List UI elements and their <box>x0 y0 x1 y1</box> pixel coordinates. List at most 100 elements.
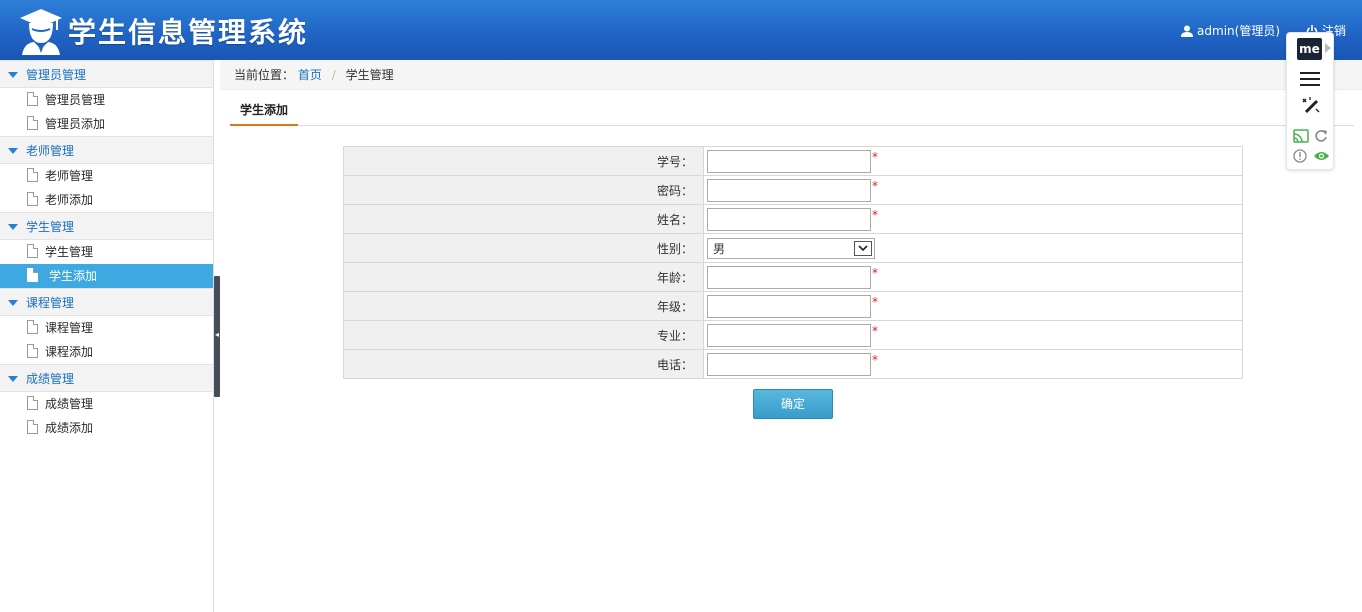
gender-select[interactable]: 男 <box>707 237 875 259</box>
form-row: 性别： 男 <box>343 233 1243 263</box>
field-label: 年级： <box>343 291 704 321</box>
sidebar-item-student-add[interactable]: 学生添加 <box>0 264 213 288</box>
field-label: 专业： <box>343 320 704 350</box>
field-label: 姓名： <box>343 204 704 234</box>
sidebar-item-score-manage[interactable]: 成绩管理 <box>0 392 213 416</box>
sidebar-group-course: 课程管理 课程管理 课程添加 <box>0 288 213 364</box>
form-row: 姓名： * <box>343 204 1243 234</box>
sidebar-item-teacher-manage[interactable]: 老师管理 <box>0 164 213 188</box>
field-label: 性别： <box>343 233 704 263</box>
student-add-form: 学号： * 密码： * 姓名： * 性别： 男 年龄： * 年级： * 专业： … <box>343 146 1243 379</box>
form-row: 电话： * <box>343 349 1243 379</box>
alert-icon[interactable] <box>1293 149 1307 163</box>
sidebar-group-admin: 管理员管理 管理员管理 管理员添加 <box>0 60 213 136</box>
sidebar-group-header-admin[interactable]: 管理员管理 <box>0 60 213 88</box>
name-input[interactable] <box>707 207 871 231</box>
sidebar-group-score: 成绩管理 成绩管理 成绩添加 <box>0 364 213 440</box>
breadcrumb-current: 学生管理 <box>345 68 394 82</box>
document-icon <box>27 116 38 130</box>
sidebar-item-admin-add[interactable]: 管理员添加 <box>0 112 213 136</box>
major-input[interactable] <box>707 323 871 347</box>
cast-icon[interactable] <box>1293 129 1309 143</box>
field-label: 电话： <box>343 349 704 379</box>
tab-bar: 学生添加 <box>230 98 1354 126</box>
required-mark: * <box>872 265 878 280</box>
tab-student-add[interactable]: 学生添加 <box>230 98 299 126</box>
submit-button[interactable]: 确定 <box>753 389 833 419</box>
collapse-arrow-icon[interactable]: ◂ <box>215 331 219 339</box>
breadcrumb-home-link[interactable]: 首页 <box>298 68 322 82</box>
form-row: 年龄： * <box>343 262 1243 292</box>
sidebar-item-admin-manage[interactable]: 管理员管理 <box>0 88 213 112</box>
required-mark: * <box>872 207 878 222</box>
required-mark: * <box>872 294 878 309</box>
sidebar: 管理员管理 管理员管理 管理员添加 老师管理 老师管理 老师添加 学生管理 学生… <box>0 60 214 612</box>
required-mark: * <box>872 323 878 338</box>
grade-input[interactable] <box>707 294 871 318</box>
field-label: 密码： <box>343 175 704 205</box>
caret-down-icon <box>8 376 18 382</box>
eye-icon[interactable] <box>1313 150 1330 162</box>
hamburger-menu-icon[interactable] <box>1299 71 1321 87</box>
breadcrumb-separator: / <box>331 68 336 82</box>
user-name: admin(管理员) <box>1197 24 1280 38</box>
required-mark: * <box>872 352 878 367</box>
phone-input[interactable] <box>707 352 871 376</box>
sidebar-item-score-add[interactable]: 成绩添加 <box>0 416 213 440</box>
sidebar-item-label: 成绩添加 <box>45 421 94 435</box>
sidebar-group-student: 学生管理 学生管理 学生添加 <box>0 212 213 288</box>
caret-down-icon <box>8 300 18 306</box>
graduate-icon <box>20 9 62 55</box>
student-id-input[interactable] <box>707 149 871 173</box>
field-label: 年龄： <box>343 262 704 292</box>
field-label: 学号： <box>343 146 704 176</box>
password-input[interactable] <box>707 178 871 202</box>
sidebar-item-course-manage[interactable]: 课程管理 <box>0 316 213 340</box>
form-row: 学号： * <box>343 146 1243 176</box>
required-mark: * <box>872 149 878 164</box>
breadcrumb: 当前位置： 首页 / 学生管理 <box>220 60 1362 90</box>
me-extension-button[interactable]: me <box>1297 38 1322 60</box>
sidebar-group-teacher: 老师管理 老师管理 老师添加 <box>0 136 213 212</box>
app-title: 学生信息管理系统 <box>68 16 309 49</box>
sidebar-item-student-manage[interactable]: 学生管理 <box>0 240 213 264</box>
main-content: 当前位置： 首页 / 学生管理 学生添加 学号： * 密码： * 姓名： * 性… <box>220 60 1362 612</box>
form-row: 专业： * <box>343 320 1243 350</box>
chevron-down-icon[interactable] <box>854 240 872 256</box>
sidebar-group-header-teacher[interactable]: 老师管理 <box>0 136 213 164</box>
magic-wand-icon[interactable] <box>1300 96 1322 118</box>
caret-down-icon <box>8 72 18 78</box>
caret-down-icon <box>8 148 18 154</box>
refresh-icon[interactable] <box>1314 129 1328 143</box>
sidebar-item-label: 学生添加 <box>49 269 98 283</box>
sidebar-group-header-score[interactable]: 成绩管理 <box>0 364 213 392</box>
app-header: 学生信息管理系统 admin(管理员) 注销 <box>0 0 1362 60</box>
document-icon <box>27 320 38 334</box>
age-input[interactable] <box>707 265 871 289</box>
sidebar-item-label: 成绩管理 <box>45 397 94 411</box>
sidebar-group-header-student[interactable]: 学生管理 <box>0 212 213 240</box>
logo: 学生信息管理系统 <box>18 6 308 56</box>
sidebar-item-teacher-add[interactable]: 老师添加 <box>0 188 213 212</box>
gender-select-value: 男 <box>713 241 726 256</box>
document-icon <box>27 396 38 410</box>
sidebar-group-label: 学生管理 <box>26 220 75 234</box>
sidebar-item-label: 管理员添加 <box>45 117 106 131</box>
sidebar-group-label: 老师管理 <box>26 144 75 158</box>
document-icon <box>27 244 38 258</box>
expand-arrow-icon[interactable] <box>1325 43 1331 53</box>
sidebar-item-label: 课程管理 <box>45 321 94 335</box>
sidebar-group-label: 成绩管理 <box>26 372 75 386</box>
document-icon <box>27 92 38 106</box>
current-user[interactable]: admin(管理员) <box>1181 22 1280 39</box>
sidebar-group-header-course[interactable]: 课程管理 <box>0 288 213 316</box>
form-row: 密码： * <box>343 175 1243 205</box>
sidebar-item-label: 课程添加 <box>45 345 94 359</box>
sidebar-item-label: 老师添加 <box>45 193 94 207</box>
document-icon <box>27 168 38 182</box>
document-icon <box>27 420 38 434</box>
sidebar-item-label: 学生管理 <box>45 245 94 259</box>
breadcrumb-prefix: 当前位置： <box>234 68 295 82</box>
sidebar-item-course-add[interactable]: 课程添加 <box>0 340 213 364</box>
sidebar-group-label: 课程管理 <box>26 296 75 310</box>
